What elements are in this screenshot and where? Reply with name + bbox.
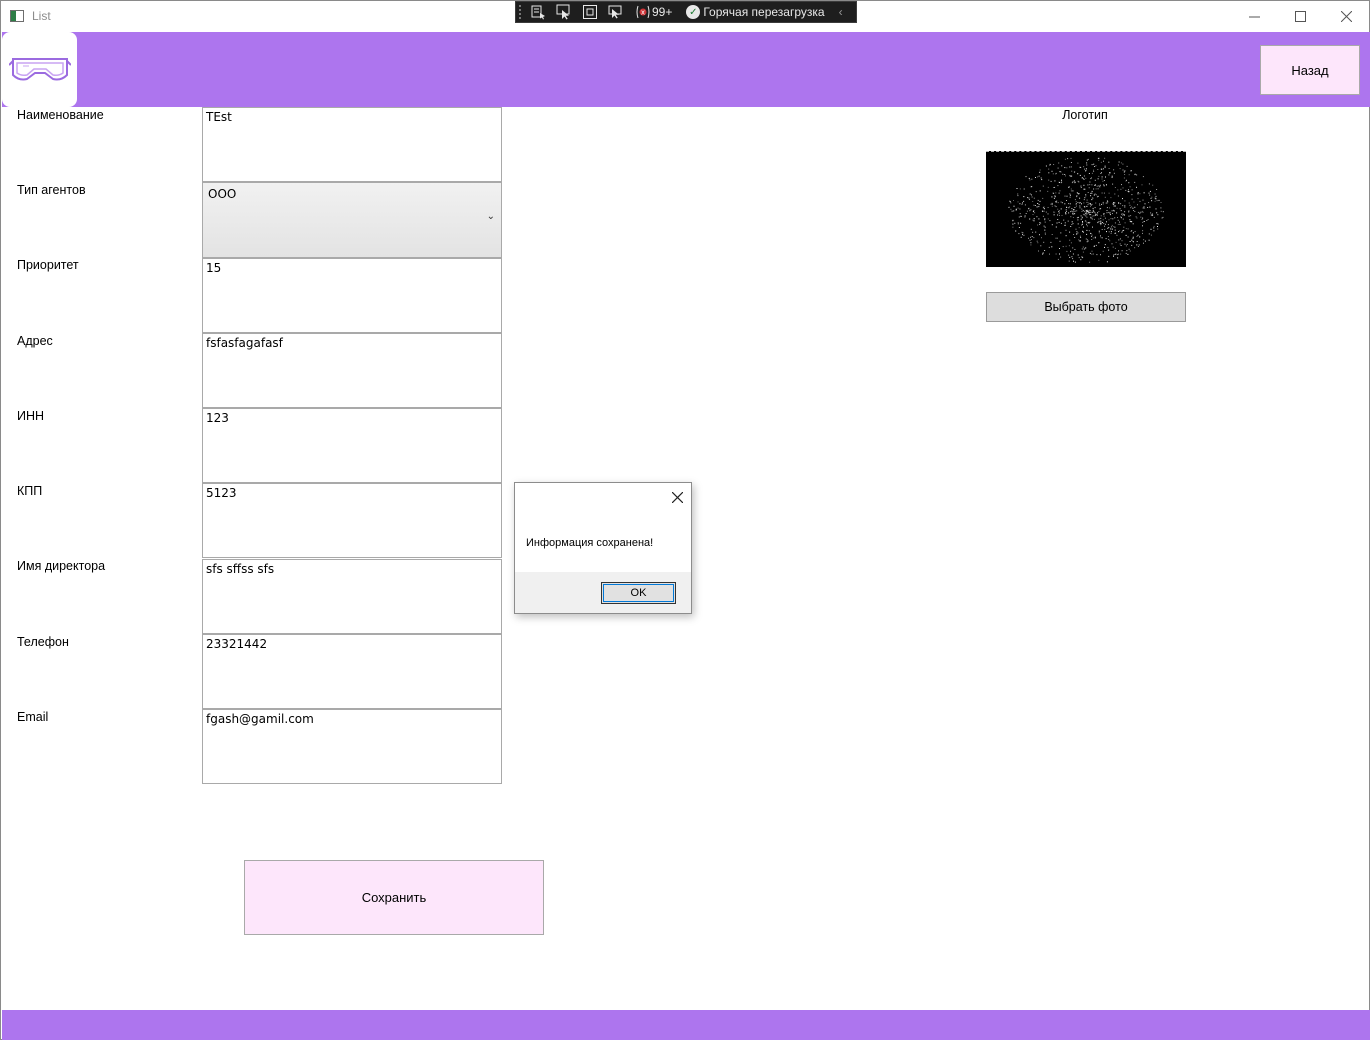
back-button[interactable]: Назад [1260,45,1360,95]
director-field[interactable]: sfs sffss sfs [202,559,502,634]
app-icon [10,10,24,22]
window-title: List [32,9,51,23]
director-label: Имя директора [17,559,106,573]
header-band [2,32,1370,107]
select-element-icon[interactable] [525,1,551,23]
chevron-down-icon: ⌄ [486,211,495,222]
check-icon: ✓ [686,5,701,19]
app-window: List x 99+ ✓ Горячая перезагрузка ‹ Наза… [0,0,1370,1040]
svg-text:x: x [641,9,645,17]
choose-photo-button[interactable]: Выбрать фото [986,292,1186,322]
collapse-toolbar-icon[interactable]: ‹ [839,5,843,19]
track-focus-icon[interactable] [603,1,629,23]
priority-field[interactable]: 15 [202,258,502,333]
name-field[interactable]: TEst [202,107,502,182]
logo-image [986,151,1186,267]
issues-count: 99+ [652,5,673,19]
binding-failures-badge[interactable]: x 99+ [635,5,672,19]
footer-band [2,1010,1370,1040]
minimize-icon [1248,16,1260,17]
hot-reload-status[interactable]: ✓ Горячая перезагрузка [686,5,825,19]
close-icon [671,491,683,503]
binding-failure-icon: x [636,5,650,19]
kpp-label: КПП [17,484,43,498]
dialog-close-button[interactable] [669,489,685,505]
xaml-debug-toolbar: x 99+ ✓ Горячая перезагрузка ‹ [515,1,857,23]
inn-field[interactable]: 123 [202,408,502,483]
address-label: Адрес [17,334,53,348]
pointer-icon[interactable] [551,1,577,23]
vr-headset-logo-icon [8,57,71,80]
phone-label: Телефон [17,635,69,649]
address-field[interactable]: fsfasfagafasf [202,333,502,408]
maximize-button[interactable] [1277,1,1323,31]
phone-field[interactable]: 23321442 [202,634,502,709]
email-label: Email [17,710,49,724]
save-button[interactable]: Сохранить [244,860,544,935]
layout-adorner-icon[interactable] [577,1,603,23]
agent-type-value: ООО [208,187,237,201]
company-logo [2,32,77,107]
dialog-message: Информация сохранена! [526,537,654,549]
hot-reload-label: Горячая перезагрузка [703,5,825,19]
minimize-button[interactable] [1231,1,1277,31]
close-window-button[interactable] [1323,1,1369,31]
maximize-icon [1294,10,1306,22]
priority-label: Приоритет [17,258,79,272]
email-field[interactable]: fgash@gamil.com [202,709,502,784]
ok-button[interactable]: OK [601,582,676,604]
dialog-footer: OK [515,572,691,613]
name-label: Наименование [17,108,104,122]
message-dialog: Информация сохранена! OK [514,482,692,614]
agent-type-select[interactable]: ООО ⌄ [202,182,502,258]
close-icon [1340,10,1352,22]
agent-type-label: Тип агентов [17,183,86,197]
logo-title: Логотип [1062,108,1108,122]
inn-label: ИНН [17,409,45,423]
window-controls [1231,1,1369,31]
kpp-field[interactable]: 5123 [202,483,502,558]
